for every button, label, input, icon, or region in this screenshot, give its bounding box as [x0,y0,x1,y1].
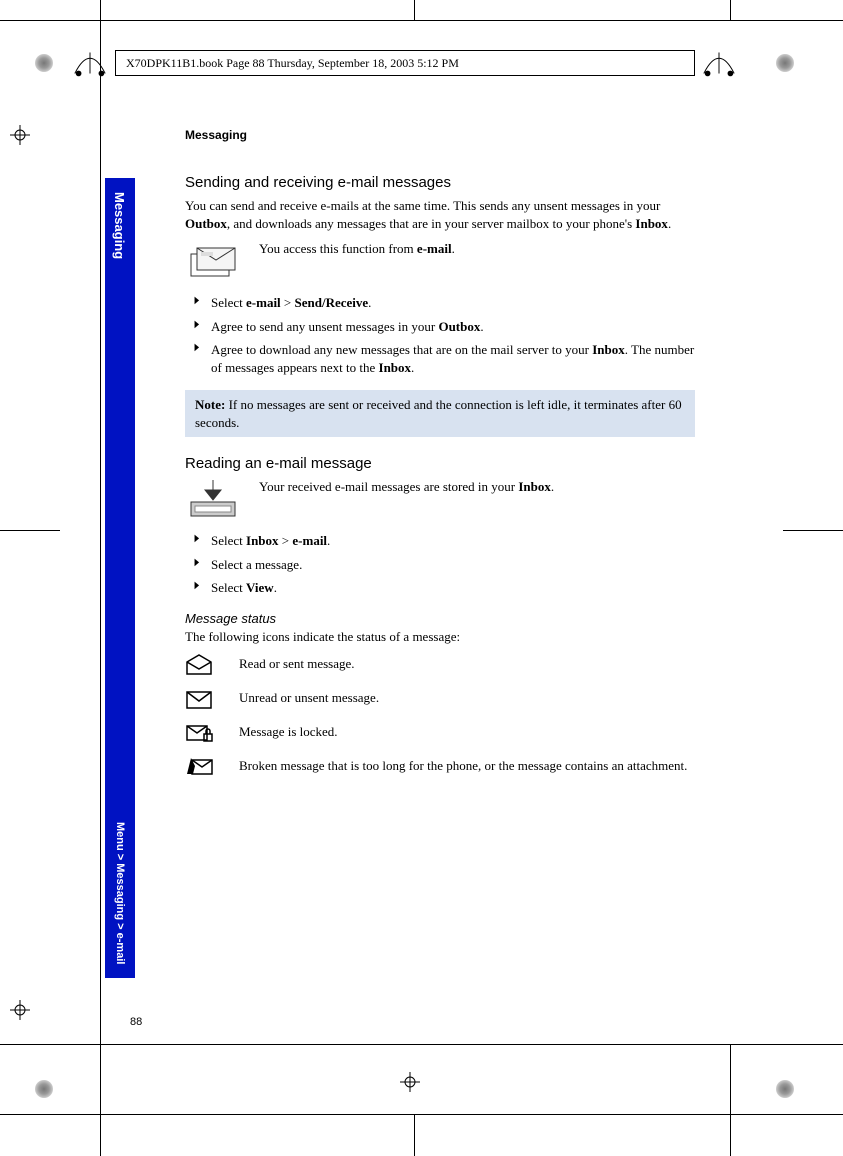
crop-cross-icon [10,1000,30,1020]
crop-line [730,1044,731,1156]
note-label: Note: [195,397,225,412]
status-table: Read or sent message. Unread or unsent m… [185,654,695,778]
crop-line [783,530,843,531]
crop-line [0,1114,843,1115]
crop-line [414,1114,415,1156]
note-box: Note: If no messages are sent or receive… [185,390,695,437]
page-number: 88 [130,1016,142,1028]
crop-target-icon [35,54,53,72]
page-content: Messaging Sending and receiving e-mail m… [185,128,695,790]
book-ornament-icon [700,48,738,82]
status-row: Message is locked. [185,722,695,744]
status-text: Read or sent message. [239,654,695,673]
crop-target-icon [35,1080,53,1098]
crop-line [0,20,843,21]
list-item: Select View. [185,579,695,597]
list-item: Select a message. [185,556,695,574]
heading-reading: Reading an e-mail message [185,455,695,472]
status-text: Unread or unsent message. [239,688,695,707]
email-icon-block: You access this function from e-mail. [185,240,695,282]
crop-line [414,0,415,20]
steps-list-1: Select e-mail > Send/Receive. Agree to s… [185,294,695,376]
heading-send-receive: Sending and receiving e-mail messages [185,174,695,191]
crop-line [730,0,731,20]
status-row: Unread or unsent message. [185,688,695,710]
note-text: If no messages are sent or received and … [195,397,682,430]
status-text: Message is locked. [239,722,695,741]
side-tab: Messaging Menu > Messaging > e-mail [105,178,135,978]
broken-envelope-icon [185,756,219,778]
crop-line [0,530,60,531]
list-item: Select Inbox > e-mail. [185,532,695,550]
book-ornament-icon [71,48,109,82]
crop-cross-icon [10,125,30,145]
crop-line [100,0,101,1156]
open-envelope-icon [185,654,219,676]
list-item: Select e-mail > Send/Receive. [185,294,695,312]
subheading-status: Message status [185,611,695,626]
list-item: Agree to download any new messages that … [185,341,695,376]
status-row: Broken message that is too long for the … [185,756,695,778]
download-tray-icon [185,478,241,520]
inbox-text: Your received e-mail messages are stored… [259,478,554,496]
side-tab-section: Messaging [112,192,127,259]
envelope-stack-icon [185,240,241,282]
status-text: Broken message that is too long for the … [239,756,695,775]
locked-envelope-icon [185,722,219,744]
inbox-icon-block: Your received e-mail messages are stored… [185,478,695,520]
side-tab-breadcrumb: Menu > Messaging > e-mail [114,822,126,964]
steps-list-2: Select Inbox > e-mail. Select a message.… [185,532,695,597]
access-text: You access this function from e-mail. [259,240,455,258]
framemaker-header: X70DPK11B1.book Page 88 Thursday, Septem… [115,50,695,76]
crop-line [0,1044,843,1045]
status-intro: The following icons indicate the status … [185,628,695,646]
status-row: Read or sent message. [185,654,695,676]
list-item: Agree to send any unsent messages in you… [185,318,695,336]
running-header: Messaging [185,128,695,142]
closed-envelope-icon [185,688,219,710]
crop-target-icon [776,54,794,72]
crop-cross-icon [400,1072,420,1092]
crop-target-icon [776,1080,794,1098]
header-text: X70DPK11B1.book Page 88 Thursday, Septem… [126,56,459,71]
intro-paragraph: You can send and receive e-mails at the … [185,197,695,232]
